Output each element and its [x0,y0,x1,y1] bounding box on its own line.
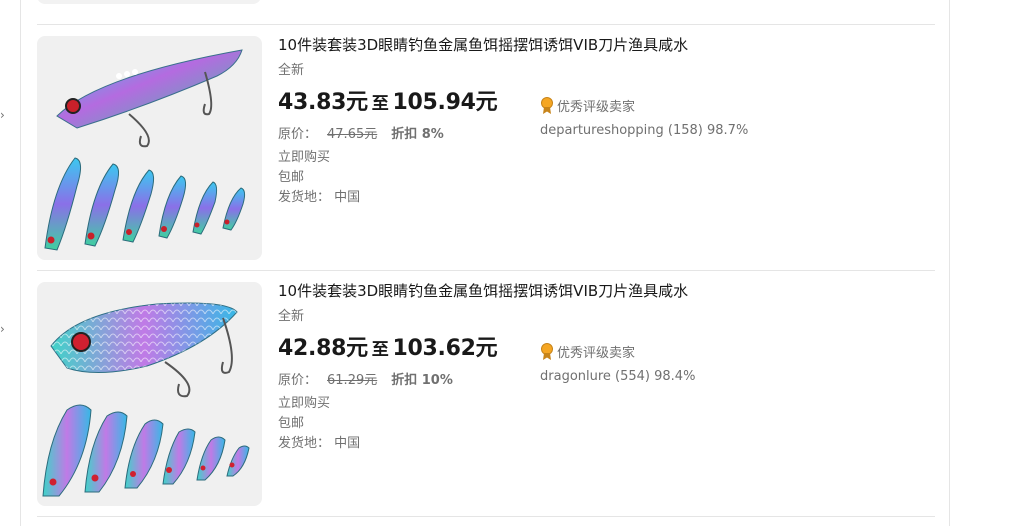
listing-price-2: 42.88元至 103.62元 [278,330,498,362]
listing-item-2[interactable]: 10件装套装3D眼睛钓鱼金属鱼饵摇摆饵诱饵VIB刀片渔具咸水 全新 42.88元… [37,271,935,517]
previous-item-image-edge [37,0,261,4]
top-rated-seller-badge-2: 优秀评级卖家 [540,342,635,361]
listing-price-1: 43.83元至 105.94元 [278,84,498,116]
original-price: 61.29元 [327,373,378,388]
shipping-label-2: 包邮 [278,416,305,431]
location-label-2: 发货地： 中国 [278,436,361,451]
top-rated-seller-badge-1: 优秀评级卖家 [540,96,635,115]
medal-icon [541,342,553,360]
buy-now-label-1: 立即购买 [278,150,331,165]
original-price-row-2: 原价： 61.29元 折扣 10% [278,369,453,388]
seller-info-1[interactable]: departureshopping (158) 98.7% [540,123,748,138]
buy-now-label-2: 立即购买 [278,396,331,411]
listing-title-2[interactable]: 10件装套装3D眼睛钓鱼金属鱼饵摇摆饵诱饵VIB刀片渔具咸水 [278,281,688,301]
original-price-label: 原价： [278,373,318,388]
price-separator: 至 [371,94,389,114]
side-caret-2: › [0,322,5,336]
side-caret-1: › [0,108,5,122]
original-price-label: 原价： [278,127,318,142]
results-panel-right-border [949,0,950,526]
listing-image-2[interactable] [37,282,262,506]
listing-title-1[interactable]: 10件装套装3D眼睛钓鱼金属鱼饵摇摆饵诱饵VIB刀片渔具咸水 [278,35,688,55]
discount: 折扣 8% [391,127,444,142]
discount: 折扣 10% [391,373,453,388]
divider [37,516,935,517]
listing-item-1[interactable]: 10件装套装3D眼睛钓鱼金属鱼饵摇摆饵诱饵VIB刀片渔具咸水 全新 43.83元… [37,25,935,271]
price-separator: 至 [371,340,389,360]
badge-label: 优秀评级卖家 [557,346,636,361]
price-high: 103.62元 [392,336,498,361]
original-price-row-1: 原价： 47.65元 折扣 8% [278,123,444,142]
listing-condition-1: 全新 [278,63,305,78]
badge-label: 优秀评级卖家 [557,100,636,115]
listing-condition-2: 全新 [278,309,305,324]
price-high: 105.94元 [392,90,498,115]
location-label-1: 发货地： 中国 [278,190,361,205]
price-low: 42.88元 [278,336,368,361]
results-panel-left-border [20,0,21,526]
shipping-label-1: 包邮 [278,170,305,185]
price-low: 43.83元 [278,90,368,115]
listing-image-1[interactable] [37,36,262,260]
medal-icon [541,96,553,114]
seller-info-2[interactable]: dragonlure (554) 98.4% [540,369,695,384]
original-price: 47.65元 [327,127,378,142]
